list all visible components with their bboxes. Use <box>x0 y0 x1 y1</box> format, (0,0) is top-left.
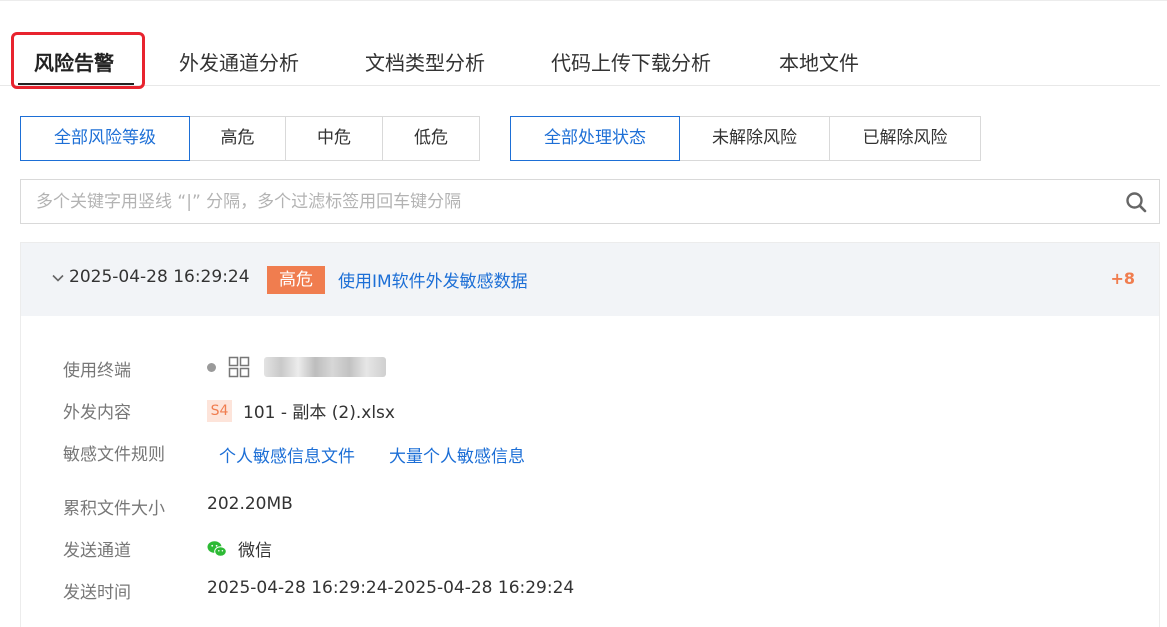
active-tab-indicator <box>18 83 134 85</box>
rules-label: 敏感文件规则 <box>63 445 165 465</box>
search-input[interactable] <box>21 180 1111 223</box>
rule-link-personal-sensitive-file[interactable]: 个人敏感信息文件 <box>219 442 355 467</box>
size-value: 202.20MB <box>207 494 293 514</box>
rule-link-bulk-personal-sensitive-info[interactable]: 大量个人敏感信息 <box>389 442 525 467</box>
send-time-value: 2025-04-28 16:29:24-2025-04-28 16:29:24 <box>207 578 575 598</box>
status-dot <box>207 362 216 372</box>
content-value: S4 101 - 副本 (2).xlsx <box>207 398 395 423</box>
tab-document-type-analysis[interactable]: 文档类型分析 <box>365 36 485 86</box>
filter-unresolved[interactable]: 未解除风险 <box>679 116 830 161</box>
windows-icon <box>228 356 250 378</box>
tab-risk-alert[interactable]: 风险告警 <box>34 36 114 86</box>
sensitivity-level-badge: S4 <box>207 399 232 422</box>
filter-resolved[interactable]: 已解除风险 <box>829 116 981 161</box>
alert-time: 2025-04-28 16:29:24 <box>69 267 250 287</box>
severity-badge: 高危 <box>267 266 325 294</box>
channel-label: 发送通道 <box>63 541 131 561</box>
filter-high-risk[interactable]: 高危 <box>189 116 286 161</box>
tab-outbound-channel-analysis[interactable]: 外发通道分析 <box>179 36 299 86</box>
analysis-tabs: 风险告警 外发通道分析 文档类型分析 代码上传下载分析 本地文件 <box>0 36 1160 86</box>
handling-status-filter: 全部处理状态 未解除风险 已解除风险 <box>510 116 981 161</box>
alert-title-link[interactable]: 使用IM软件外发敏感数据 <box>338 267 528 292</box>
size-label: 累积文件大小 <box>63 499 165 519</box>
send-time-label: 发送时间 <box>63 583 131 603</box>
tab-local-files[interactable]: 本地文件 <box>779 36 859 86</box>
risk-level-filter: 全部风险等级 高危 中危 低危 <box>20 116 480 161</box>
content-file-name: 101 - 副本 (2).xlsx <box>243 403 395 423</box>
redacted-terminal-name <box>264 357 386 377</box>
alert-count[interactable]: +8 <box>1110 269 1135 288</box>
alert-card-header[interactable]: 2025-04-28 16:29:24 高危 使用IM软件外发敏感数据 +8 <box>21 243 1159 316</box>
filter-medium-risk[interactable]: 中危 <box>285 116 383 161</box>
content-label: 外发内容 <box>63 403 131 423</box>
chevron-down-icon[interactable] <box>51 271 65 285</box>
terminal-value <box>207 356 386 378</box>
filter-all-risk-levels[interactable]: 全部风险等级 <box>20 116 190 161</box>
wechat-icon <box>207 540 227 557</box>
filter-low-risk[interactable]: 低危 <box>382 116 480 161</box>
alert-card: 2025-04-28 16:29:24 高危 使用IM软件外发敏感数据 +8 使… <box>20 242 1160 627</box>
channel-name: 微信 <box>238 541 272 561</box>
channel-value: 微信 <box>207 536 272 561</box>
terminal-label: 使用终端 <box>63 361 131 381</box>
filter-all-statuses[interactable]: 全部处理状态 <box>510 116 680 161</box>
rules-value: 个人敏感信息文件 大量个人敏感信息 <box>219 442 559 467</box>
search-box <box>20 179 1160 224</box>
risk-alert-page: 风险告警 外发通道分析 文档类型分析 代码上传下载分析 本地文件 全部风险等级 … <box>0 0 1167 627</box>
top-divider <box>0 0 1167 1</box>
search-icon[interactable] <box>1125 191 1147 213</box>
tab-code-upload-download-analysis[interactable]: 代码上传下载分析 <box>551 36 711 86</box>
